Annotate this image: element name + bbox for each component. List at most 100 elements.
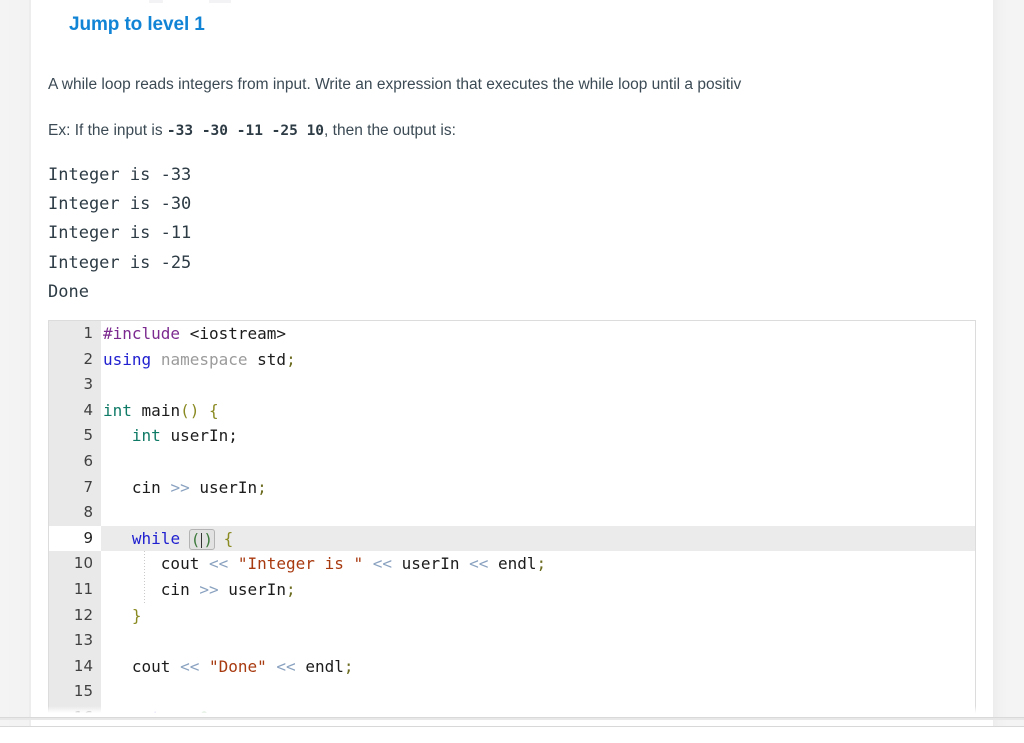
token-std: std <box>257 349 287 369</box>
token-int: int <box>131 426 161 446</box>
line-number: 16 <box>49 704 101 716</box>
example-prefix: Ex: If the input is <box>48 122 167 139</box>
code-editor[interactable]: 1 #include <iostream> 2 using namespace … <box>48 320 976 716</box>
code-line-content[interactable]: return 0; <box>101 705 975 716</box>
code-row[interactable]: 3 <box>49 372 975 398</box>
token-insert-op: << <box>180 656 200 676</box>
token-insert-op: << <box>372 554 393 574</box>
code-row[interactable]: 14 cout << "Done" << endl; <box>49 653 975 680</box>
token-endl: endl <box>498 554 537 574</box>
example-line: Ex: If the input is -33 -30 -11 -25 10, … <box>48 120 456 142</box>
token-semicolon: ; <box>536 554 547 574</box>
bracket-match-highlight[interactable]: () <box>188 528 215 550</box>
token-lparen: ( <box>180 400 190 420</box>
clipped-content-above <box>149 0 163 3</box>
code-line-content[interactable]: #include <iostream> <box>101 321 975 347</box>
code-line-content[interactable] <box>101 628 975 654</box>
code-row[interactable]: 16 return 0; <box>49 704 975 716</box>
line-number: 3 <box>49 372 101 398</box>
token-while: while <box>131 528 181 548</box>
code-line-content[interactable] <box>101 372 975 398</box>
line-number: 10 <box>49 551 101 577</box>
code-row[interactable]: 1 #include <iostream> <box>49 321 975 347</box>
code-row[interactable]: 12 } <box>49 602 975 629</box>
token-semicolon: ; <box>286 579 296 599</box>
code-line-content[interactable]: int userIn; <box>101 423 975 449</box>
expected-output-text: Integer is -33 Integer is -30 Integer is… <box>48 165 192 302</box>
line-number: 4 <box>49 397 101 424</box>
line-number: 14 <box>49 653 101 680</box>
page-bottom-strip <box>0 726 1024 743</box>
token-rparen: ) <box>189 400 200 420</box>
code-row[interactable]: 8 <box>49 500 975 526</box>
code-line-content[interactable] <box>101 449 975 475</box>
code-line-content[interactable]: cout << "Integer is " << userIn << endl; <box>101 551 975 577</box>
example-input-code: -33 -30 -11 -25 10 <box>166 123 325 139</box>
code-row[interactable]: 5 int userIn; <box>49 423 975 449</box>
code-line-content[interactable]: cout << "Done" << endl; <box>101 654 975 680</box>
code-row-active[interactable]: 9 while () { <box>49 525 975 552</box>
line-number-active: 9 <box>49 525 101 552</box>
token-insert-op: << <box>469 554 489 574</box>
token-cout: cout <box>160 554 200 574</box>
token-userin: userIn <box>199 477 258 497</box>
code-line-content[interactable]: cin >> userIn; <box>101 577 975 603</box>
code-line-content[interactable] <box>101 500 975 526</box>
code-row[interactable]: 4 int main() { <box>49 397 975 424</box>
code-row[interactable]: 15 <box>49 679 975 705</box>
code-line-content[interactable]: cin >> userIn; <box>101 475 975 501</box>
token-lparen: ( <box>190 529 201 549</box>
code-row[interactable]: 2 using namespace std; <box>49 346 975 373</box>
code-row[interactable]: 11 cin >> userIn; <box>49 576 975 603</box>
token-insert-op: << <box>208 554 229 574</box>
code-line-content[interactable] <box>101 679 975 705</box>
token-semicolon: ; <box>343 656 354 676</box>
code-row[interactable]: 7 cin >> userIn; <box>49 474 975 501</box>
left-rail <box>0 0 9 743</box>
token-using: using <box>103 349 152 369</box>
jump-to-level-heading[interactable]: Jump to level 1 <box>69 14 205 36</box>
token-cin: cin <box>160 579 190 599</box>
code-line-content[interactable]: } <box>101 603 975 629</box>
token-return: return <box>132 708 190 716</box>
line-number: 7 <box>49 474 101 501</box>
token-semicolon: ; <box>286 349 296 369</box>
token-userin-decl: userIn; <box>160 426 238 446</box>
right-page-gutter <box>993 0 1024 743</box>
code-line-content[interactable]: while () { <box>101 525 975 552</box>
token-insert-op: << <box>276 656 296 676</box>
code-line-content[interactable]: using namespace std; <box>101 347 975 373</box>
clipped-content-above <box>209 0 231 3</box>
line-number: 11 <box>49 576 101 603</box>
code-line-content[interactable]: int main() { <box>101 398 975 424</box>
code-row[interactable]: 13 <box>49 628 975 654</box>
line-number: 6 <box>49 448 101 475</box>
token-cin: cin <box>131 477 161 497</box>
code-row[interactable]: 10 cout << "Integer is " << userIn << en… <box>49 551 975 577</box>
code-row[interactable]: 6 <box>49 448 975 475</box>
line-number: 13 <box>49 628 101 654</box>
token-extract-op: >> <box>199 579 219 599</box>
